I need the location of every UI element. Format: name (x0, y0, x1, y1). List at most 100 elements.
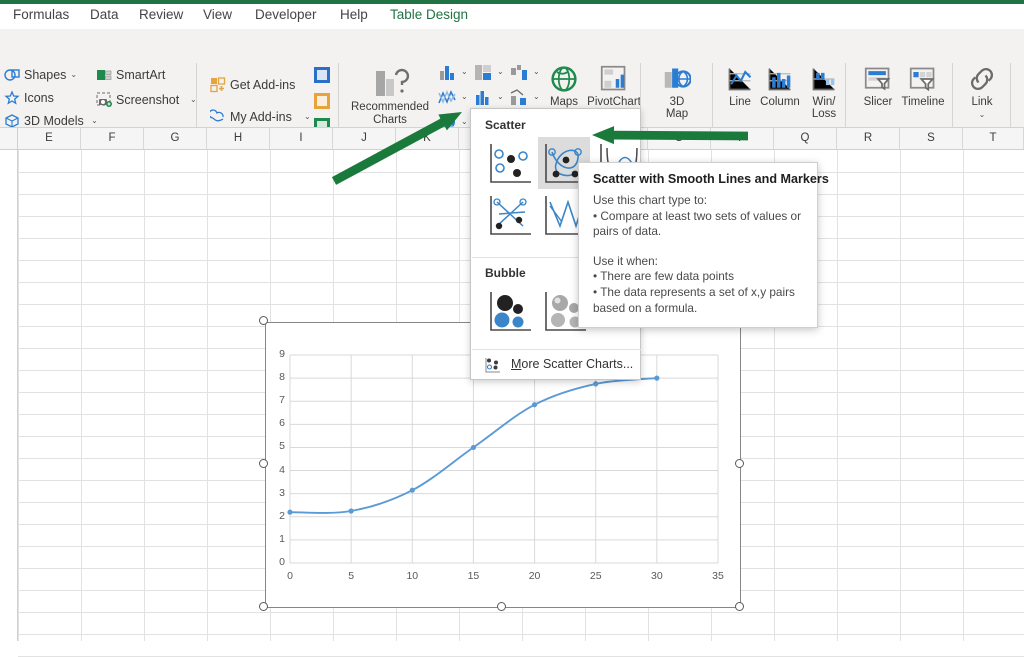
bing-maps-addin-tile[interactable] (314, 93, 330, 109)
chart-x-axis-label: 0 (276, 570, 304, 582)
tooltip-line: Use it when: (593, 254, 811, 270)
statistic-chart-button[interactable] (472, 87, 496, 107)
chart-x-axis-label: 30 (643, 570, 671, 582)
tab-data[interactable]: Data (90, 7, 119, 22)
chart-y-axis-label: 7 (266, 394, 285, 406)
chevron-down-icon[interactable]: ⌄ (497, 67, 504, 76)
line-sparkline-icon (725, 65, 755, 95)
illustrations-0-label: SmartArt (116, 68, 165, 82)
get-addins-icon (210, 77, 226, 96)
grid-line-horizontal (18, 612, 1024, 613)
tab-help[interactable]: Help (340, 7, 368, 22)
tab-table-design[interactable]: Table Design (390, 7, 468, 22)
screenshot-icon (96, 92, 112, 111)
tooltip-line: • The data represents a set of x,y pairs… (593, 285, 811, 316)
chevron-down-icon[interactable]: ⌄ (533, 92, 540, 101)
chart-y-axis-label: 0 (266, 556, 285, 568)
column-header-G[interactable]: G (144, 128, 207, 149)
hierarchy-chart-button[interactable] (472, 62, 496, 82)
chart-resize-handle-bottom-left[interactable] (259, 602, 268, 611)
chevron-down-icon[interactable]: ⌄ (960, 108, 1004, 121)
chart-y-axis-label: 6 (266, 417, 285, 429)
addins-0-label: Get Add-ins (230, 78, 295, 92)
ribbon-tab-bar: Formulas Data Review View Developer Help Table… (0, 4, 1024, 29)
chart-data-point[interactable] (532, 402, 537, 407)
office-addin-tile[interactable] (314, 67, 330, 83)
ribbon-button-label: Loss (802, 108, 846, 121)
more-scatter-charts-icon (485, 357, 501, 376)
chart-y-axis-label: 1 (266, 533, 285, 545)
chart-x-axis-label: 25 (582, 570, 610, 582)
illustrations-2-label: 3D Models (24, 114, 84, 128)
chart-resize-handle-bottom-center[interactable] (497, 602, 506, 611)
tab-formulas[interactable]: Formulas (13, 7, 69, 22)
column-header-T[interactable]: T (963, 128, 1024, 149)
chevron-down-icon[interactable]: ⌄ (461, 117, 468, 126)
column-header-P[interactable]: P (711, 128, 774, 149)
tooltip-line-spacer (593, 240, 811, 254)
chart-resize-handle-mid-left[interactable] (259, 459, 268, 468)
chevron-down-icon[interactable]: ⌄ (533, 67, 540, 76)
tab-developer[interactable]: Developer (255, 7, 317, 22)
chart-data-point[interactable] (349, 508, 354, 513)
chart-data-point[interactable] (471, 445, 476, 450)
column-header-H[interactable]: H (207, 128, 270, 149)
gallery-heading-scatter: Scatter (485, 118, 526, 132)
column-header-J[interactable]: J (333, 128, 396, 149)
chart-x-axis-label: 20 (521, 570, 549, 582)
more-accel-letter: M (511, 357, 521, 371)
maps-icon (549, 65, 579, 95)
chevron-down-icon[interactable]: ⌄ (304, 112, 311, 121)
column-bar-chart-button[interactable] (436, 62, 460, 82)
chevron-down-icon[interactable]: ⌄ (497, 92, 504, 101)
tooltip-body: Use this chart type to:• Compare at leas… (593, 193, 811, 316)
tab-view[interactable]: View (203, 7, 232, 22)
chart-resize-handle-mid-right[interactable] (735, 459, 744, 468)
chart-data-point[interactable] (410, 488, 415, 493)
more-label-rest: ore Scatter Charts... (521, 357, 633, 371)
recommended-charts-label-line1: Recommended (348, 101, 432, 114)
chart-y-axis-label: 4 (266, 464, 285, 476)
waterfall-chart-button[interactable] (508, 62, 532, 82)
illustrations-1-label: Screenshot (116, 93, 179, 107)
column-header-E[interactable]: E (18, 128, 81, 149)
chart-resize-handle-bottom-right[interactable] (735, 602, 744, 611)
chevron-down-icon[interactable]: ⌄ (461, 67, 468, 76)
column-header-I[interactable]: I (270, 128, 333, 149)
recommended-charts-label-line2: Charts (348, 114, 432, 127)
chevron-down-icon[interactable]: ⌄ (91, 116, 98, 125)
column-header-K[interactable]: K (396, 128, 459, 149)
illustrations-0-label: Shapes (24, 68, 66, 82)
chart-data-point[interactable] (287, 510, 292, 515)
select-all-corner[interactable] (0, 128, 18, 149)
tooltip-title: Scatter with Smooth Lines and Markers (593, 172, 829, 186)
chart-data-point[interactable] (654, 376, 659, 381)
smartart-icon (96, 67, 112, 86)
combo-chart-button[interactable] (508, 87, 532, 107)
gallery-heading-bubble: Bubble (485, 266, 526, 280)
column-header-F[interactable]: F (81, 128, 144, 149)
column-header-O[interactable]: O (648, 128, 711, 149)
column-header-S[interactable]: S (900, 128, 963, 149)
ribbon-button-label: Column (756, 96, 804, 109)
line-area-chart-button[interactable] (436, 87, 460, 107)
shapes-icon (4, 67, 20, 86)
gallery-item-scatter-markers-only[interactable] (483, 137, 535, 189)
ribbon-button-label: Slicer (856, 96, 900, 109)
chevron-down-icon[interactable]: ⌄ (461, 92, 468, 101)
chart-resize-handle-top-left[interactable] (259, 316, 268, 325)
column-header-Q[interactable]: Q (774, 128, 837, 149)
3d-map-icon (662, 65, 692, 95)
chart-data-point[interactable] (593, 381, 598, 386)
column-header-R[interactable]: R (837, 128, 900, 149)
gallery-item-bubble-chart[interactable] (483, 285, 535, 337)
column-sparkline-icon (765, 65, 795, 95)
ribbon-button-label: Timeline (896, 96, 950, 109)
addins-1-label: My Add-ins (230, 110, 292, 124)
illustrations-1-label: Icons (24, 91, 54, 105)
chevron-down-icon[interactable]: ⌄ (70, 70, 77, 79)
timeline-icon (908, 65, 938, 95)
gallery-item-scatter-straight-lines-and-markers[interactable] (483, 189, 535, 241)
tab-review[interactable]: Review (139, 7, 183, 22)
chart-x-axis-label: 5 (337, 570, 365, 582)
